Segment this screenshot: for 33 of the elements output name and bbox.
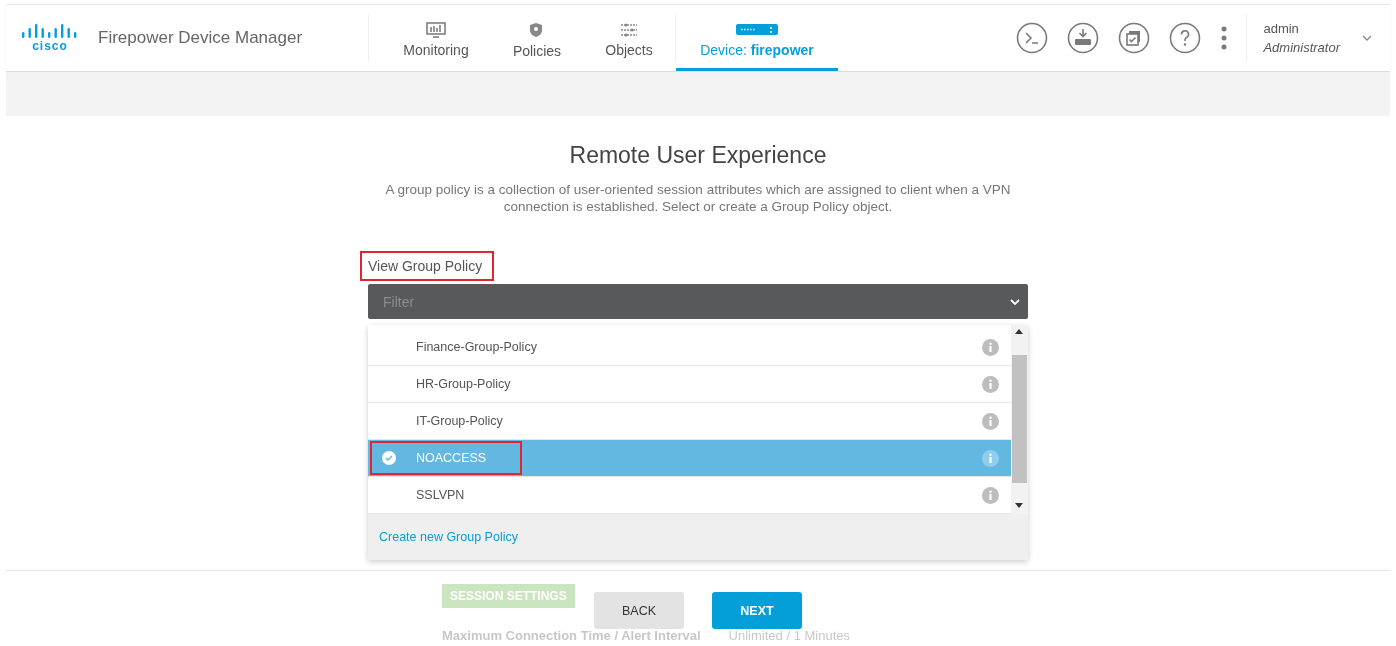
page-title: Remote User Experience: [569, 142, 827, 169]
setting-label: Maximum Connection Time / Alert Interval: [442, 628, 701, 643]
check-circle-icon: [382, 451, 396, 465]
terminal-icon[interactable]: [1016, 22, 1049, 54]
nav-tab[interactable]: Policies: [491, 5, 583, 71]
chevron-down-icon: [1010, 298, 1020, 305]
app-title: Firepower Device Manager: [98, 28, 303, 48]
logo-text: cisco: [32, 38, 68, 53]
appliance-icon: [735, 21, 779, 38]
scrollbar[interactable]: [1011, 325, 1028, 514]
back-button[interactable]: BACK: [594, 592, 684, 629]
info-icon[interactable]: [982, 449, 999, 467]
more-icon[interactable]: [1220, 26, 1229, 50]
info-icon[interactable]: [982, 486, 999, 504]
help-icon[interactable]: [1169, 22, 1202, 54]
scroll-up-icon: [1015, 329, 1023, 334]
section-heading: SESSION SETTINGS: [442, 584, 575, 608]
user-role: Administrator: [1263, 40, 1340, 55]
user-name: admin: [1263, 21, 1300, 36]
monitor-icon: [426, 21, 446, 38]
setting-value: Unlimited / 1 Minutes: [728, 628, 850, 643]
tasks-icon[interactable]: [1118, 22, 1151, 54]
nav-tab[interactable]: Monitoring: [381, 5, 491, 71]
download-icon[interactable]: [1067, 22, 1100, 54]
scroll-down-icon: [1015, 503, 1023, 508]
info-icon[interactable]: [982, 338, 999, 356]
nav-tab[interactable]: Objects: [583, 5, 675, 71]
page-description: A group policy is a collection of user-oriented session attributes which are assigned to client when a VPN connection is established. Select or create a Group Policy object.: [384, 181, 1012, 215]
chevron-down-icon[interactable]: [1362, 35, 1372, 41]
info-icon[interactable]: [982, 375, 999, 393]
info-icon[interactable]: [982, 412, 999, 430]
sliders-icon: [620, 21, 638, 38]
field-label: View Group Policy: [360, 251, 495, 281]
